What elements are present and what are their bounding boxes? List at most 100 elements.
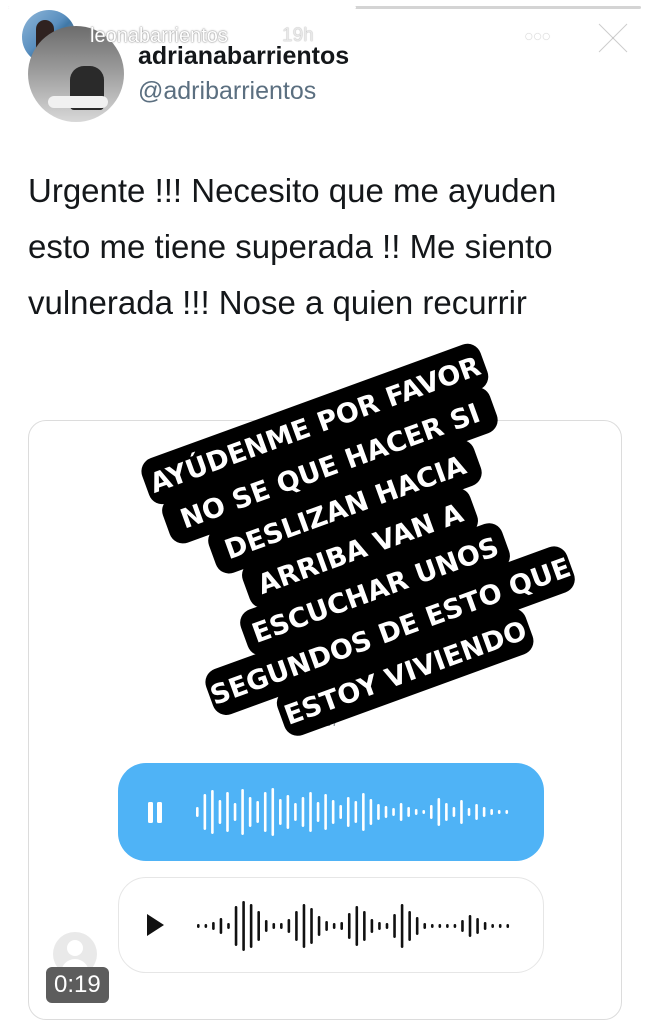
waveform-bar: [491, 924, 494, 928]
waveform-bar: [363, 911, 366, 941]
waveform-bar: [408, 911, 411, 941]
waveform-bar: [234, 906, 238, 946]
waveform-bar: [286, 795, 290, 829]
waveform-bar: [339, 805, 343, 819]
waveform-bar: [399, 803, 403, 821]
waveform-bar: [279, 799, 282, 825]
waveform-bar: [272, 923, 276, 929]
waveform-bar: [340, 922, 344, 930]
waveform-bar: [233, 803, 237, 821]
waveform-bar: [196, 807, 199, 817]
waveform-bar: [370, 919, 374, 933]
tweet-avatar-leg: [48, 96, 108, 108]
waveform-bar: [271, 788, 275, 836]
waveform-bar: [393, 914, 396, 938]
waveform-bar: [453, 924, 457, 928]
waveform-bar: [400, 904, 404, 948]
waveform-bar: [347, 913, 351, 939]
waveform-bar: [476, 918, 479, 934]
waveform-bar: [257, 911, 260, 941]
waveform-bar: [287, 919, 291, 933]
waveform-bar: [497, 810, 501, 814]
waveform-bar: [317, 916, 321, 936]
waveform-bar: [218, 800, 222, 824]
waveform-bar: [445, 803, 448, 821]
message-time: 9:17: [310, 713, 340, 730]
close-icon[interactable]: [593, 18, 633, 58]
waveform-bar: [423, 923, 427, 929]
waveform-bar: [227, 923, 230, 929]
waveform-bar: [346, 797, 350, 827]
waveform-bar: [197, 924, 200, 928]
waveform-bar: [226, 792, 229, 832]
waveform-bar: [280, 923, 283, 929]
play-icon: [147, 914, 164, 936]
waveform-bar: [219, 918, 223, 934]
waveform-bar: [385, 923, 389, 929]
waveform-bar: [354, 801, 358, 823]
story-progress-fill: [8, 6, 357, 9]
waveform-bar: [203, 794, 207, 830]
waveform-bar: [295, 911, 298, 941]
waveform-bar: [475, 804, 478, 820]
voice-message-received[interactable]: [118, 877, 544, 973]
waveform-bar: [309, 792, 312, 832]
waveform-bar: [325, 921, 328, 931]
waveform-bar: [468, 915, 472, 937]
more-icon[interactable]: •••: [525, 24, 551, 50]
waveform-bar: [490, 809, 493, 815]
tweet-handle[interactable]: @adribarrientos: [138, 77, 316, 106]
waveform-bar: [212, 922, 215, 930]
waveform-bar: [415, 917, 419, 935]
waveform-bar: [377, 804, 380, 820]
waveform-bar: [331, 800, 335, 824]
waveform-bar: [392, 808, 395, 816]
waveform-bar: [362, 793, 365, 831]
waveform-bar: [204, 924, 208, 928]
waveform-bar: [482, 807, 486, 817]
waveform-bar: [316, 802, 320, 822]
waveform-bar: [256, 801, 259, 823]
waveform-bar: [467, 808, 471, 816]
waveform-bar: [355, 906, 359, 946]
voice-message-sent[interactable]: [118, 763, 544, 861]
story-progress-bar: [8, 6, 641, 9]
waveform-bar: [506, 924, 510, 928]
waveform-bar: [249, 904, 253, 948]
waveform-bar: [461, 920, 464, 932]
waveform-bar: [384, 806, 388, 818]
waveform-bar: [422, 810, 426, 814]
waveform-icon: [147, 901, 510, 951]
video-duration: 0:19: [46, 967, 109, 1003]
waveform-bar: [429, 805, 433, 819]
waveform-bar: [302, 904, 306, 948]
waveform-bar: [446, 924, 449, 928]
waveform-bar: [294, 803, 297, 821]
waveform-bar: [301, 797, 305, 827]
waveform-bar: [414, 809, 418, 815]
waveform-bar: [407, 807, 410, 817]
tweet-text: Urgente !!! Necesito que me ayuden esto …: [28, 172, 557, 321]
waveform-bar: [324, 794, 327, 830]
waveform-bar: [369, 799, 373, 825]
waveform-bar: [505, 810, 509, 814]
waveform-bar: [378, 922, 381, 930]
waveform-bar: [263, 792, 267, 832]
waveform-bar: [452, 807, 456, 817]
tweet-display-name[interactable]: adrianabarrientos: [138, 42, 349, 71]
waveform-bar: [248, 797, 252, 827]
waveform-bar: [264, 920, 268, 932]
waveform-bar: [332, 923, 336, 929]
pause-icon: [148, 802, 162, 823]
waveform-bar: [498, 924, 502, 928]
waveform-bar: [437, 798, 441, 826]
waveform-bar: [430, 924, 434, 928]
waveform-icon: [148, 788, 509, 836]
waveform-bar: [211, 790, 214, 834]
waveform-bar: [460, 800, 463, 824]
waveform-bar: [242, 901, 245, 951]
waveform-bar: [438, 924, 442, 928]
waveform-bar: [241, 789, 244, 835]
waveform-bar: [310, 908, 313, 944]
waveform-bar: [483, 922, 487, 930]
